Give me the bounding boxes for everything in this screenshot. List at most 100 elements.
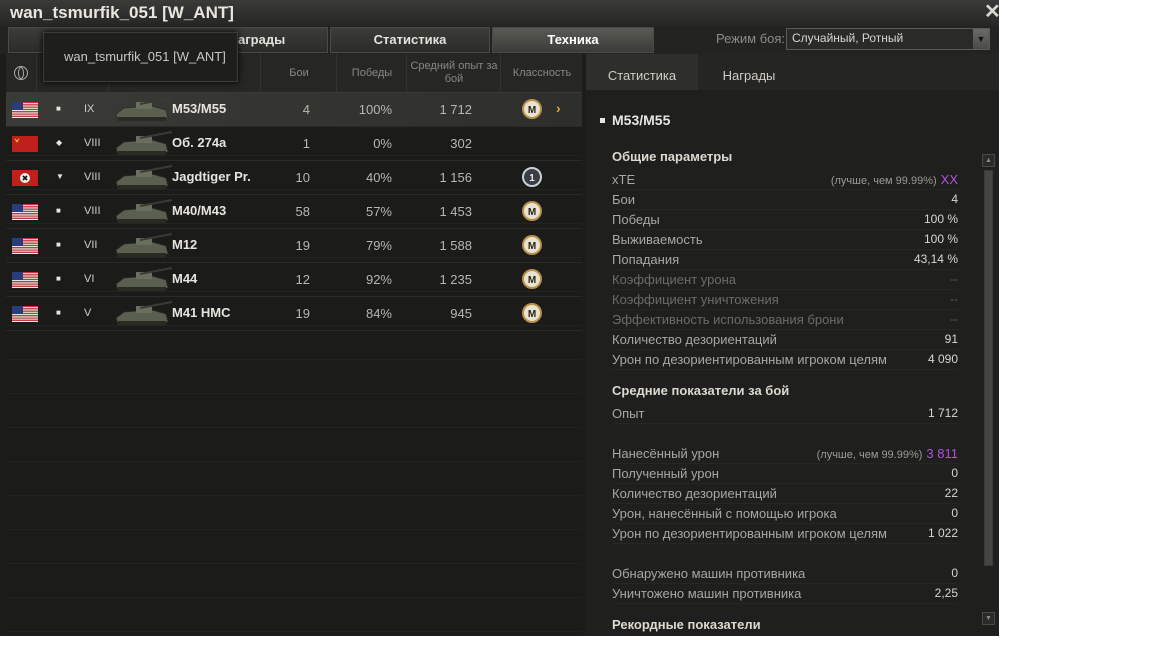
scroll-thumb[interactable] xyxy=(985,171,992,565)
header-wins[interactable]: Победы xyxy=(336,54,407,92)
stat-value: 22 xyxy=(944,486,958,500)
stat-kill-coef: Коэффициент уничтожения -- xyxy=(612,289,958,310)
stat-value: 0 xyxy=(951,566,958,580)
close-icon[interactable]: ✕ xyxy=(984,0,999,24)
detail-scrollbar[interactable]: ▲ ▼ xyxy=(982,154,995,628)
tier-label: VI xyxy=(84,273,95,285)
tab-vehicles[interactable]: Техника xyxy=(492,27,654,53)
tab-statistics[interactable]: Статистика xyxy=(330,27,490,53)
stat-damage-coef: Коэффициент урона -- xyxy=(612,269,958,290)
mastery-badge-icon xyxy=(520,132,544,154)
avg-exp-cell: 1 712 xyxy=(439,102,472,117)
tank-icon xyxy=(110,266,174,294)
header-avg-exp[interactable]: Средний опыт за бой xyxy=(406,54,501,92)
avg-exp-cell: 1 235 xyxy=(439,272,472,287)
header-mastery[interactable]: Классность xyxy=(500,54,583,92)
stat-label: Коэффициент уничтожения xyxy=(612,292,779,307)
vehicle-name: M44 xyxy=(172,271,198,286)
title-bar: wan_tsmurfik_051 [W_ANT] ✕ xyxy=(0,0,999,27)
globe-icon[interactable] xyxy=(14,66,28,80)
flag-icon xyxy=(12,136,38,152)
tier-label: V xyxy=(84,307,92,319)
stat-value: 1 712 xyxy=(927,406,958,420)
tab-awards-label: аграды xyxy=(238,32,286,47)
stat-label: Полученный урон xyxy=(612,466,719,481)
detail-tab-statistics[interactable]: Статистика xyxy=(586,54,698,90)
table-row[interactable]: ▼ VIII Jagdtiger Pr. 10 40% 1 156 1 xyxy=(6,161,582,195)
stat-avg-stun-damage: Урон по дезориентированным игроком целям… xyxy=(612,523,958,544)
stat-hits: Попадания 43,14 % xyxy=(612,249,958,270)
general-section-title: Общие параметры xyxy=(612,149,733,164)
statistics-window: wan_tsmurfik_051 [W_ANT] ✕ аграды Статис… xyxy=(0,0,999,636)
battles-cell: 12 xyxy=(295,272,310,287)
chevron-down-icon[interactable]: ▼ xyxy=(973,29,989,49)
table-row[interactable]: ■ IX M53/M55 4 100% 1 712 M › xyxy=(6,93,582,127)
stat-value: (лучше, чем 99.99%) 3 811 xyxy=(817,446,958,461)
svg-text:M: M xyxy=(528,309,536,320)
vehicle-type-icon: ■ xyxy=(56,206,61,215)
stat-battles: Бои 4 xyxy=(612,189,958,210)
table-row[interactable]: ◆ VIII Об. 274а 1 0% 302 xyxy=(6,127,582,161)
avg-exp-cell: 945 xyxy=(450,306,472,321)
tier-label: VIII xyxy=(84,205,101,217)
table-row[interactable]: ■ VII M12 19 79% 1 588 M xyxy=(6,229,582,263)
stat-label: Коэффициент урона xyxy=(612,272,736,287)
flag-icon xyxy=(12,306,38,323)
battle-mode-select[interactable]: Случайный, Ротный ▼ xyxy=(786,28,990,50)
table-row[interactable]: ■ VIII M40/M43 58 57% 1 453 M xyxy=(6,195,582,229)
table-row[interactable]: ■ V M41 HMC 19 84% 945 M xyxy=(6,297,582,331)
stat-value: -- xyxy=(950,292,958,306)
detail-tab-awards[interactable]: Награды xyxy=(698,54,800,90)
stat-label: Количество дезориентаций xyxy=(612,486,777,501)
vehicle-name: M12 xyxy=(172,237,198,252)
battles-cell: 58 xyxy=(295,204,310,219)
tier-label: VII xyxy=(84,239,98,251)
stat-avg-exp: Опыт 1 712 xyxy=(612,403,958,424)
stat-label: Урон по дезориентированным игроком целям xyxy=(612,526,887,541)
stat-value: -- xyxy=(950,312,958,326)
vehicle-name: M40/M43 xyxy=(172,203,227,218)
stat-label: Обнаружено машин противника xyxy=(612,566,806,581)
vehicle-type-icon: ■ xyxy=(56,308,61,317)
scroll-up-icon[interactable]: ▲ xyxy=(982,154,995,167)
tank-icon xyxy=(110,130,174,158)
window-title: wan_tsmurfik_051 [W_ANT] xyxy=(10,3,234,22)
xte-value: XX xyxy=(940,172,958,187)
wins-cell: 0% xyxy=(373,136,392,151)
stat-avg-killed: Уничтожено машин противника 2,25 xyxy=(612,583,958,604)
stat-label: Победы xyxy=(612,212,660,227)
stat-label: Бои xyxy=(612,192,636,207)
mastery-badge-icon: M xyxy=(520,234,544,256)
avg-section-title: Средние показатели за бой xyxy=(612,383,790,398)
stat-value: 4 090 xyxy=(927,352,958,366)
header-battles[interactable]: Бои xyxy=(260,54,337,92)
chevron-right-icon[interactable]: › xyxy=(556,100,561,116)
battles-cell: 19 xyxy=(295,238,310,253)
svg-text:M: M xyxy=(528,207,536,218)
tank-icon xyxy=(110,232,174,260)
vehicle-type-icon: ■ xyxy=(56,104,61,113)
battle-mode-value: Случайный, Ротный xyxy=(792,31,904,45)
stat-label: xTE xyxy=(612,172,636,187)
stat-value: -- xyxy=(950,272,958,286)
stat-value: 91 xyxy=(944,332,958,346)
flag-icon xyxy=(12,204,38,221)
avg-exp-cell: 1 453 xyxy=(439,204,472,219)
wins-cell: 79% xyxy=(365,238,392,253)
tier-label: VIII xyxy=(84,137,101,149)
stat-note: (лучше, чем 99.99%) xyxy=(816,449,923,461)
mastery-badge-icon: M xyxy=(520,268,544,290)
stat-avg-stuns: Количество дезориентаций 22 xyxy=(612,483,958,504)
avg-exp-cell: 1 588 xyxy=(439,238,472,253)
scroll-track[interactable] xyxy=(984,170,993,566)
scroll-down-icon[interactable]: ▼ xyxy=(982,612,995,625)
wins-cell: 84% xyxy=(365,306,392,321)
mastery-badge-icon: M xyxy=(520,302,544,324)
table-row[interactable]: ■ VI M44 12 92% 1 235 M xyxy=(6,263,582,297)
stat-label: Попадания xyxy=(612,252,680,267)
battles-cell: 10 xyxy=(295,170,310,185)
stat-xte: xTE (лучше, чем 99.99%) XX xyxy=(612,169,958,190)
detail-panel: Статистика Награды M53/M55 Общие парамет… xyxy=(586,54,999,636)
stat-value: 100 % xyxy=(923,212,958,226)
wins-cell: 100% xyxy=(358,102,392,117)
